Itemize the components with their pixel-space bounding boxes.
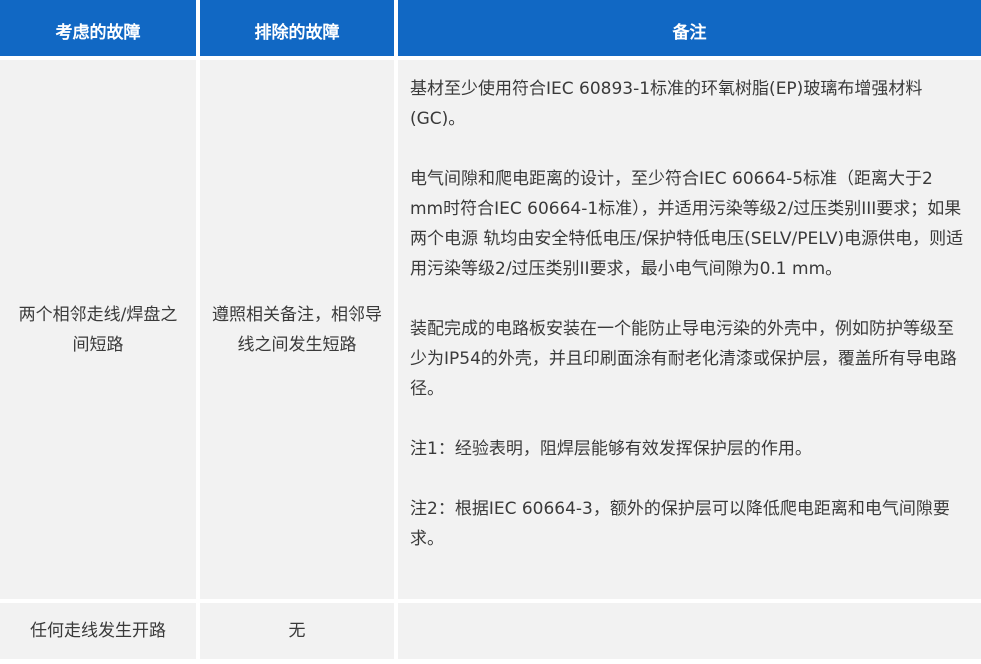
row2-fault-considered: 任何走线发生开路 (0, 603, 196, 659)
row1-notes: 基材至少使用符合IEC 60893-1标准的环氧树脂(EP)玻璃布增强材料(GC… (398, 60, 981, 599)
header-fault-excluded: 排除的故障 (200, 0, 394, 56)
header-notes: 备注 (398, 0, 981, 56)
note-paragraph: 装配完成的电路板安装在一个能防止导电污染的外壳中，例如防护等级至少为IP54的外… (410, 319, 957, 399)
header-fault-considered: 考虑的故障 (0, 0, 196, 56)
row2-notes (398, 603, 981, 659)
note-paragraph: 基材至少使用符合IEC 60893-1标准的环氧树脂(EP)玻璃布增强材料(GC… (410, 79, 923, 129)
fault-table: 考虑的故障 排除的故障 备注 两个相邻走线/焊盘之间短路 遵照相关备注，相邻导线… (0, 0, 981, 659)
note-paragraph: 注1：经验表明，阻焊层能够有效发挥保护层的作用。 (410, 439, 812, 459)
note-paragraph: 注2：根据IEC 60664-3，额外的保护层可以降低爬电距离和电气间隙要求。 (410, 499, 950, 549)
row1-fault-excluded: 遵照相关备注，相邻导线之间发生短路 (200, 60, 394, 599)
note-paragraph: 电气间隙和爬电距离的设计，至少符合IEC 60664-5标准（距离大于2 mm时… (410, 169, 964, 279)
row2-fault-excluded: 无 (200, 603, 394, 659)
row1-fault-considered: 两个相邻走线/焊盘之间短路 (0, 60, 196, 599)
